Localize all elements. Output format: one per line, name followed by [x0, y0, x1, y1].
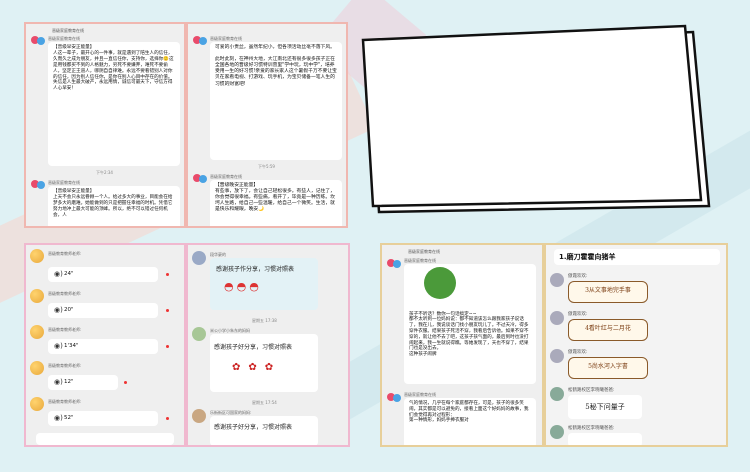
voice-message[interactable]: ◉) 1'34"	[48, 339, 158, 354]
homework-photo[interactable]: 感谢孩子好分享，习惯对照表	[210, 416, 318, 445]
avatar	[31, 178, 45, 192]
sender-name: 晋级教育教师老师:	[48, 399, 82, 404]
homework-text: 感谢孩子作分享，习惯对照表	[216, 266, 295, 273]
avatar	[550, 349, 564, 363]
unread-dot	[166, 309, 169, 312]
sender-name: 晋级教育教师老师:	[48, 327, 82, 332]
voice-duration: 52"	[64, 415, 74, 421]
chat-screen-left: 晋级家庭教育在线 晋级家庭教育在线 【晋级早安正能量】 人这一辈子，最开心的一件…	[26, 24, 184, 226]
homework-text: 感谢孩子好分享，习惯对照表	[214, 344, 293, 351]
homework-text: 感谢孩子好分享，习惯对照表	[214, 424, 293, 431]
avatar	[30, 249, 44, 263]
message-bubble[interactable]: 可爱的小贵丝，虽然年纪小，但各项活动丝毫不落下风。 此时此刻，在神州大地，大江南…	[210, 42, 342, 160]
voice-chat-screen: 晋级教育教师老师: ◉) 24" 晋级教育教师老师: ◉) 20" 晋级教育教师老师…	[26, 245, 184, 445]
message-time: 星期五 17:38	[252, 318, 277, 323]
avatar	[550, 273, 564, 287]
chat-header-title: 晋级家庭教育在线	[52, 28, 84, 33]
voice-duration: 12"	[64, 379, 74, 385]
calligraphy-scroll[interactable]: 4看叶红与二月花	[568, 319, 648, 341]
message-bubble[interactable]: 孩子不听话？数你一句话搞定~~ 都不太听到一位妈妈说：都不知道该怎么跟我家孩子说…	[404, 264, 536, 384]
chat-header-title: 晋级家庭教育在线	[408, 249, 440, 254]
sender-name: 晋级教育教师老师:	[48, 363, 82, 368]
message-title: 1.磨刀霍霍向猪羊	[554, 249, 720, 265]
blank-frame-graphic	[361, 24, 711, 214]
unread-dot	[166, 345, 169, 348]
tree-logo-icon	[424, 267, 456, 299]
message-text: 孩子不听话？数你一句话搞定~~ 都不太听到一位妈妈说：都不知道该怎么跟我家孩子说…	[409, 311, 529, 358]
unread-dot	[124, 381, 127, 384]
avatar	[550, 311, 564, 325]
screenshot-panel-bottom-right: 晋级家庭教育在线 晋级家庭教育在线 孩子不听话？数你一句话搞定~~ 都不太听到一…	[380, 243, 728, 447]
sender-name: 傲霞欢欢:	[568, 312, 588, 317]
homework-photo[interactable]: 感谢孩子好分享，习惯对照表 ✿✿✿	[210, 334, 318, 392]
avatar	[550, 425, 564, 439]
avatar	[387, 391, 401, 405]
calligraphy-scroll[interactable]: 3从文事地完手事	[568, 281, 648, 303]
screenshot-panel-top-left: 晋级家庭教育在线 晋级家庭教育在线 【晋级早安正能量】 人这一辈子，最开心的一件…	[24, 22, 348, 228]
sender-name: 晋级教育教师老师:	[48, 291, 82, 296]
voice-message[interactable]: ◉) 20"	[48, 303, 158, 318]
avatar	[193, 34, 207, 48]
avatar	[30, 325, 44, 339]
voice-message[interactable]: ◉) 12"	[48, 375, 118, 390]
message-bubble[interactable]: 【晋级早安正能量】 上天不会只永远眷顾一个人。给过多大的事业，目能会在给梦多大的…	[48, 186, 180, 226]
voice-wave-icon: ◉)	[54, 306, 63, 314]
avatar	[193, 172, 207, 186]
message-time: 下午5:59	[258, 164, 275, 169]
avatar	[192, 327, 206, 341]
message-bubble[interactable]: 【晋级早安正能量】 人这一辈子，最开心的一件事，就是遇到了陪生人的信任，久而久之…	[48, 42, 180, 166]
avatar	[31, 34, 45, 48]
homework-chat-screen: 1.磨刀霍霍向猪羊 傲霞欢欢: 3从文事地完手事 傲霞欢欢: 4看叶红与二月花 …	[546, 245, 726, 445]
voice-message[interactable]: ◉) 24"	[48, 267, 158, 282]
avatar	[192, 251, 206, 265]
chat-screen-right: 晋级家庭教育在线 可爱的小贵丝，虽然年纪小，但各项活动丝毫不落下风。 此时此刻，…	[188, 24, 346, 226]
voice-wave-icon: ◉)	[54, 378, 63, 386]
sender-name: 傲霞欢欢:	[568, 350, 588, 355]
voice-wave-icon: ◉)	[54, 414, 63, 422]
avatar	[550, 387, 564, 401]
sender-name: 晋级教育教师老师:	[48, 251, 82, 256]
voice-message[interactable]: ◉) 52"	[48, 411, 158, 426]
voice-message[interactable]	[36, 433, 174, 445]
sender-name: 松鹤路校区李晓曦爸爸:	[568, 388, 615, 393]
message-time: 星期五 17:54	[252, 400, 277, 405]
screenshot-panel-bottom-left: 晋级教育教师老师: ◉) 24" 晋级教育教师老师: ◉) 20" 晋级教育教师老师…	[24, 243, 350, 447]
sender-name: 傲霞欢欢:	[568, 274, 588, 279]
voice-duration: 1'34"	[64, 343, 79, 349]
flower-icon: ✿✿✿	[232, 362, 282, 373]
voice-duration: 20"	[64, 307, 74, 313]
unread-dot	[166, 273, 169, 276]
watermelon-icon: ◓◓◓	[224, 280, 262, 293]
message-bubble[interactable]: 【晋级晚安正能量】 有些事，放下了，会让自己轻松很多。有些人，记住了，你会觉得很…	[210, 180, 342, 226]
voice-wave-icon: ◉)	[54, 342, 63, 350]
avatar	[30, 397, 44, 411]
voice-duration: 24"	[64, 271, 74, 277]
message-time: 下午2:34	[96, 170, 113, 175]
avatar	[30, 289, 44, 303]
unread-dot	[166, 417, 169, 420]
calligraphy-scroll[interactable]: 5尚水河入字書	[568, 357, 648, 379]
message-bubble[interactable]: 气的情况，几乎在每个家庭都存在，可是，孩子的很多笑闹，其实都是可以避免的，接看上…	[404, 398, 536, 445]
homework-chat-screen: 段华豪的 感谢孩子作分享，习惯对照表 ◓◓◓ 星期五 17:38 米公小学小朱东…	[188, 245, 348, 445]
homework-photo[interactable]: 5秘下问量子	[568, 395, 642, 419]
sender-name: 松鹤路校区李晓曦爸爸:	[568, 426, 615, 431]
voice-wave-icon: ◉)	[54, 270, 63, 278]
chat-screen-left: 晋级家庭教育在线 晋级家庭教育在线 孩子不听话？数你一句话搞定~~ 都不太听到一…	[382, 245, 542, 445]
homework-photo[interactable]: 感谢孩子作分享，习惯对照表 ◓◓◓	[210, 258, 318, 310]
avatar	[387, 257, 401, 271]
avatar	[30, 361, 44, 375]
avatar	[192, 409, 206, 423]
homework-photo[interactable]	[568, 433, 642, 445]
